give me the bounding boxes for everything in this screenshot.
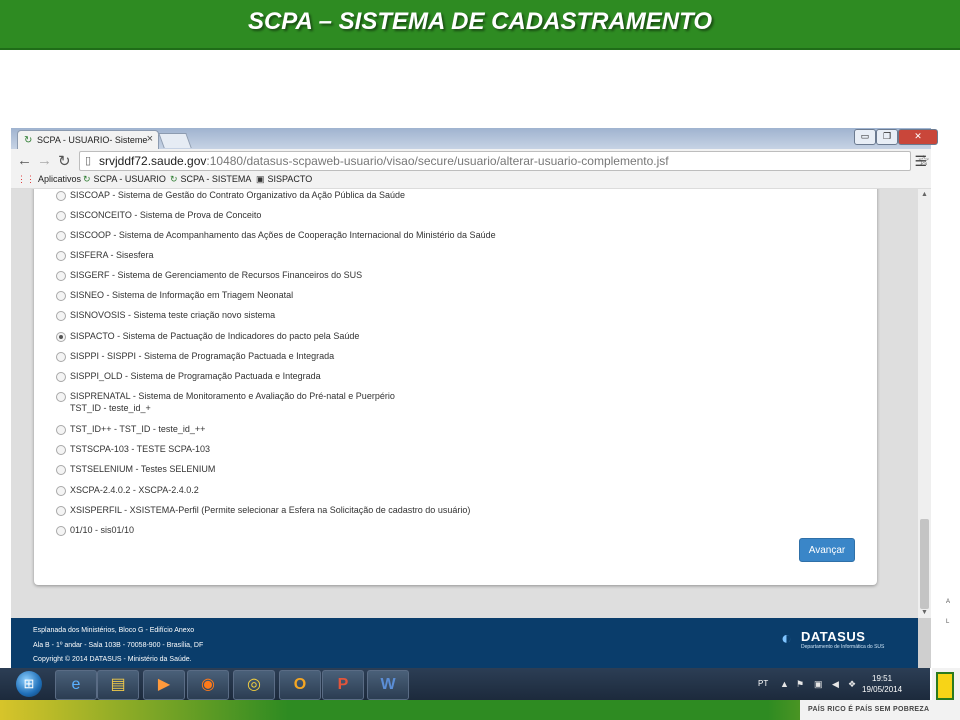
new-tab-button[interactable] [158, 133, 192, 148]
footer-copyright: Copyright © 2014 DATASUS - Ministério da… [33, 656, 192, 663]
radio-button[interactable] [56, 191, 66, 201]
scroll-up-icon[interactable]: ▲ [921, 191, 928, 198]
bookmark-sispacto[interactable]: ▣ SISPACTO [256, 174, 312, 185]
taskbar-firefox[interactable]: ◉ [187, 670, 229, 700]
page-footer: Esplanada dos Ministérios, Bloco G - Edi… [11, 618, 918, 668]
radio-button[interactable] [56, 506, 66, 516]
browser-toolbar: ← → ↻ ▯ srvjddf72.saude.gov:10480/datasu… [11, 149, 931, 172]
radio-button-checked[interactable] [56, 332, 66, 342]
taskbar-internet-explorer[interactable]: e [55, 670, 97, 700]
radio-button[interactable] [56, 311, 66, 321]
browser-tab[interactable]: ↻ SCPA - USUARIO- Sisteme × [17, 130, 159, 149]
scpa-icon: ↻ [83, 174, 91, 184]
radio-button[interactable] [56, 445, 66, 455]
systems-panel: SISCOAP - Sistema de Gestão do Contrato … [34, 189, 877, 585]
bookmark-aplicativos[interactable]: ⋮⋮ Aplicativos [17, 174, 81, 185]
gov-slogan: PAÍS RICO É PAÍS SEM POBREZA [808, 706, 930, 713]
footer-address-line1: Esplanada dos Ministérios, Bloco G - Edi… [33, 627, 195, 634]
radio-button[interactable] [56, 291, 66, 301]
radio-button[interactable] [56, 526, 66, 536]
footer-address-line2: Ala B - 1º andar - Sala 103B - 70058-900… [33, 642, 204, 649]
taskbar-file-explorer[interactable]: ▤ [97, 670, 139, 700]
gov-slogan-box: PAÍS RICO É PAÍS SEM POBREZA [800, 700, 960, 720]
taskbar-powerpoint[interactable]: P [322, 670, 364, 700]
page-scrollbar[interactable]: ▲ ▼ [918, 189, 931, 618]
scpa-favicon-icon: ↻ [24, 135, 33, 146]
radio-button[interactable] [56, 231, 66, 241]
radio-button[interactable] [56, 425, 66, 435]
close-window-button[interactable]: ✕ [898, 129, 938, 145]
scrollbar-thumb[interactable] [920, 519, 929, 609]
taskbar-word[interactable]: W [367, 670, 409, 700]
radio-button[interactable] [56, 465, 66, 475]
bookmarks-bar: ⋮⋮ Aplicativos ↻ SCPA - USUARIO ↻ SCPA - SI… [11, 172, 931, 189]
taskbar-outlook[interactable]: O [279, 670, 321, 700]
slide-logo-strip [932, 668, 960, 700]
datasus-logo: ◐ DATASUS Departamento de Informática do… [781, 628, 885, 650]
taskbar-media-player[interactable]: ▶ [143, 670, 185, 700]
minimize-button[interactable]: ▭ [854, 129, 876, 145]
flag-icon[interactable]: ⚑ [796, 679, 804, 690]
tray-expand-icon[interactable]: ▲ [780, 679, 789, 689]
radio-button[interactable] [56, 251, 66, 261]
tab-title: SCPA - USUARIO- Sisteme [37, 135, 148, 145]
start-button[interactable]: ⊞ [16, 671, 42, 697]
reload-icon[interactable]: ↻ [58, 152, 71, 170]
volume-icon[interactable]: ◀ [832, 679, 839, 690]
sispacto-icon: ▣ [256, 174, 265, 184]
browser-titlebar: ↻ SCPA - USUARIO- Sisteme × ▭ ❐ ✕ [11, 128, 938, 149]
radio-button[interactable] [56, 372, 66, 382]
radio-button[interactable] [56, 486, 66, 496]
language-indicator[interactable]: PT [758, 679, 768, 688]
bookmark-scpa-usuario[interactable]: ↻ SCPA - USUARIO [83, 174, 166, 185]
maximize-button[interactable]: ❐ [876, 129, 898, 145]
forward-arrow-icon[interactable]: → [37, 152, 52, 169]
flag-emblem-icon [936, 672, 954, 700]
network-icon[interactable]: ▣ [814, 679, 823, 690]
apps-grid-icon: ⋮⋮ [17, 174, 35, 184]
radio-button[interactable] [56, 211, 66, 221]
address-bar[interactable]: ▯ srvjddf72.saude.gov:10480/datasus-scpa… [79, 151, 930, 171]
radio-button[interactable] [56, 271, 66, 281]
radio-button[interactable] [56, 352, 66, 362]
page-icon: ▯ [85, 155, 92, 167]
datasus-logo-icon: ◐ [781, 628, 792, 648]
browser-window: ↻ SCPA - USUARIO- Sisteme × ▭ ❐ ✕ ← → ↻ … [11, 128, 938, 668]
url-text[interactable]: srvjddf72.saude.gov:10480/datasus-scpawe… [99, 154, 669, 168]
back-arrow-icon[interactable]: ← [17, 152, 32, 169]
slide-title: SCPA – SISTEMA DE CADASTRAMENTO [247, 8, 713, 35]
windows-taskbar: ⊞ e ▤ ▶ ◉ ◎ O P W PT ▲ ⚑ ▣ ◀ ❖ 19:51 19/… [0, 668, 930, 700]
advance-button[interactable]: Avançar [799, 538, 855, 562]
slide-header: SCPA – SISTEMA DE CADASTRAMENTO [0, 0, 960, 50]
system-clock[interactable]: 19:51 19/05/2014 [862, 673, 902, 695]
taskbar-chrome[interactable]: ◎ [233, 670, 275, 700]
slide-side-letters: A L [946, 599, 951, 625]
tab-close-icon[interactable]: × [147, 133, 153, 145]
scroll-down-icon[interactable]: ▼ [921, 609, 928, 616]
radio-button[interactable] [56, 392, 66, 402]
scpa-icon: ↻ [170, 174, 178, 184]
dropbox-icon[interactable]: ❖ [848, 679, 856, 690]
browser-menu-icon[interactable]: ☰ [914, 153, 927, 170]
page-viewport: SISCOAP - Sistema de Gestão do Contrato … [11, 189, 918, 618]
bookmark-scpa-sistema[interactable]: ↻ SCPA - SISTEMA [170, 174, 251, 185]
